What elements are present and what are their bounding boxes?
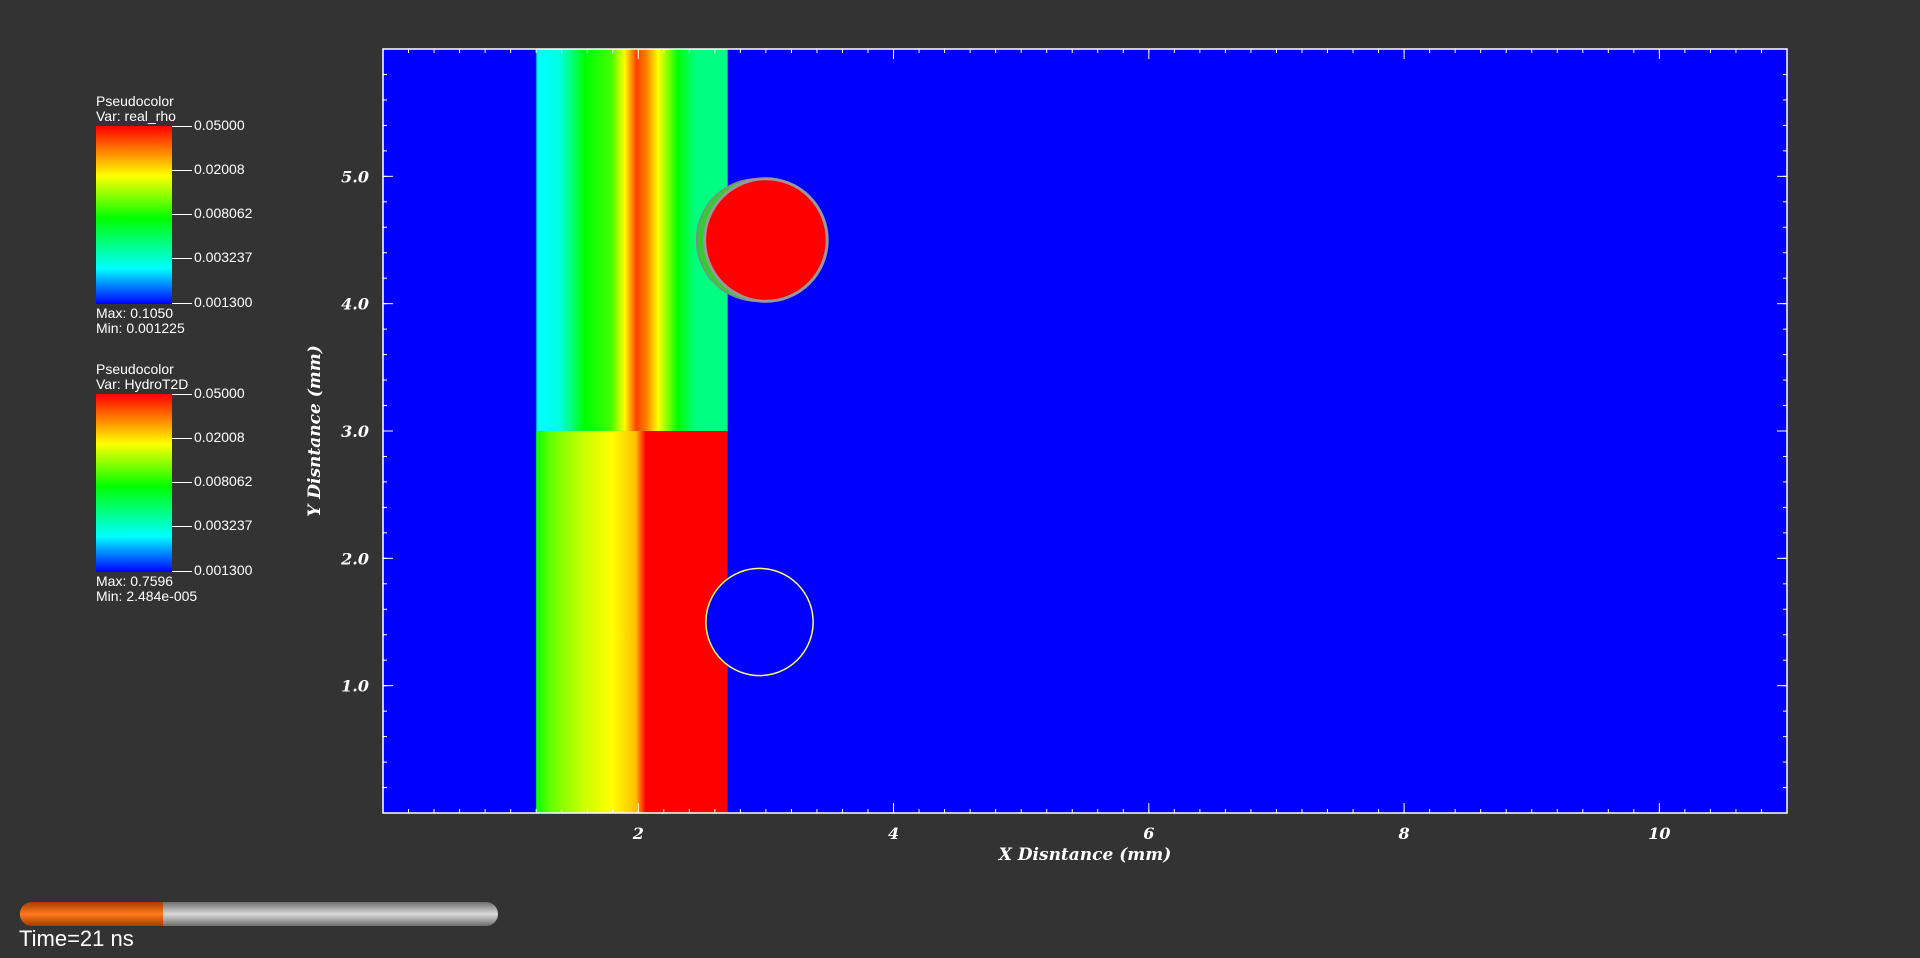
x-tick-label: 8 [1398,824,1410,843]
y-tick-label: 2.0 [340,549,369,568]
x-tick-label: 10 [1648,824,1670,843]
y-tick-label: 4.0 [341,295,369,314]
droplet [703,177,829,303]
time-slider-fill [20,902,164,926]
y-axis-label: Y Disntance (mm) [305,345,325,517]
y-tick-label: 3.0 [341,422,369,441]
x-tick-label: 4 [888,824,899,843]
x-axis-label: X Disntance (mm) [998,845,1172,865]
y-tick-label: 5.0 [341,167,369,186]
plot-canvas[interactable]: 2 4 6 8 10 1.0 2.0 3.0 4.0 5.0 X Disntance (mm) Y… [0,0,1920,958]
x-tick-label: 2 [632,824,644,843]
cavity-arc [705,567,814,677]
lower-temperature-band [536,431,728,813]
y-tick-label: 1.0 [341,677,369,696]
x-tick-label: 6 [1143,824,1154,843]
time-label: Time=21 ns [19,926,134,951]
time-slider[interactable] [20,902,498,926]
